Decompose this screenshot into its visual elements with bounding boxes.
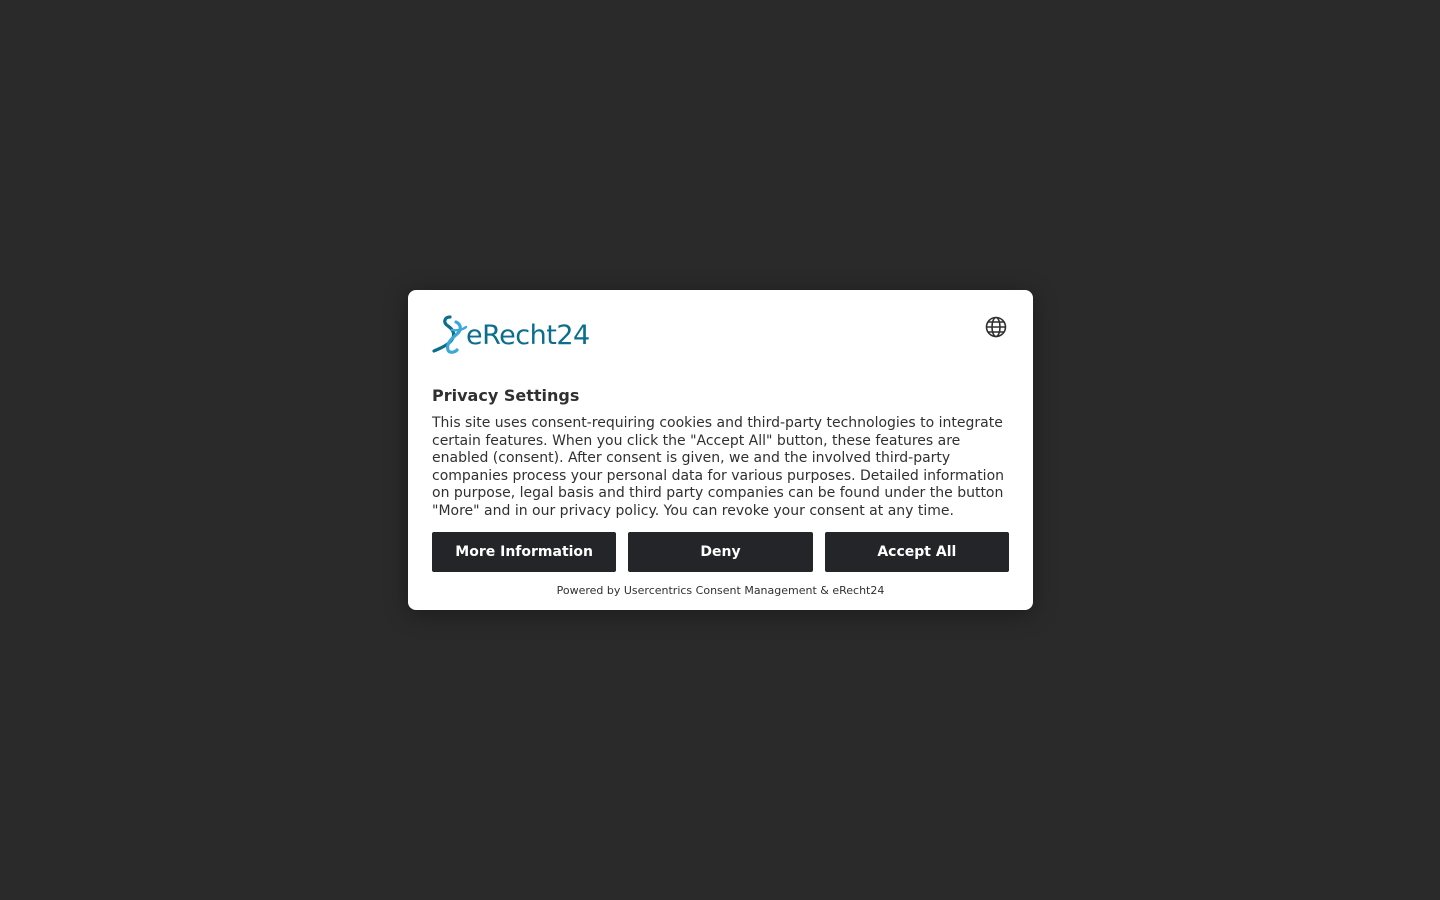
powered-by-footer: Powered by Usercentrics Consent Manageme…	[556, 584, 885, 597]
erecht24-logo-icon	[432, 315, 468, 354]
globe-icon	[985, 316, 1007, 338]
more-information-button[interactable]: More Information	[432, 532, 617, 572]
language-button[interactable]	[983, 314, 1009, 340]
dialog-description: This site uses consent-requiring cookies…	[432, 415, 1005, 519]
erecht24-logo: eRecht24	[432, 314, 590, 354]
dialog-title: Privacy Settings	[432, 386, 580, 405]
privacy-settings-dialog: eRecht24 Privacy Settings This site uses…	[408, 290, 1033, 610]
brand-name: eRecht24	[466, 320, 590, 351]
dialog-header: eRecht24	[432, 290, 1009, 386]
accept-all-button[interactable]: Accept All	[824, 532, 1009, 572]
deny-button[interactable]: Deny	[628, 532, 813, 572]
consent-button-row: More Information Deny Accept All	[432, 532, 1009, 572]
